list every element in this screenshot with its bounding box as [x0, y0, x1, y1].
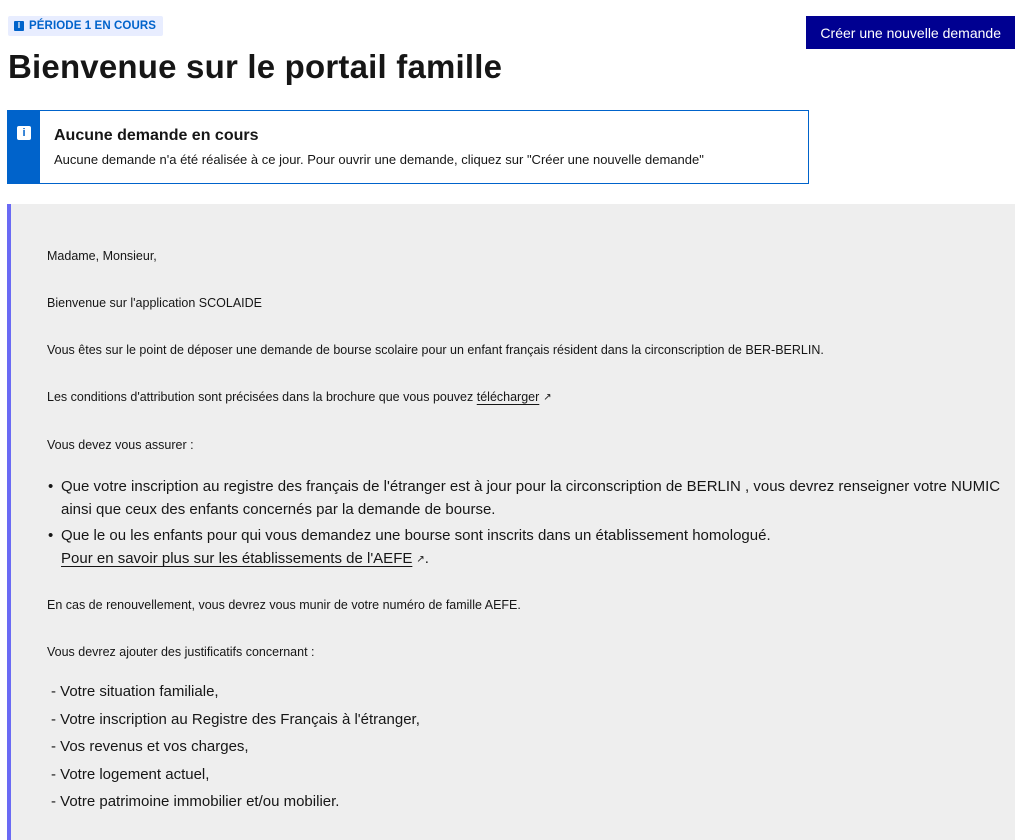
welcome-text: Bienvenue sur l'application SCOLAIDE: [47, 296, 263, 310]
aefe-suffix: .: [424, 550, 429, 567]
renewal-text: En cas de renouvellement, vous devrez vo…: [47, 598, 521, 612]
list-item: Que votre inscription au registre des fr…: [47, 475, 1015, 521]
conditions-prefix: Les conditions d'attribution sont précis…: [47, 390, 477, 404]
alert-bar: i: [8, 111, 40, 183]
aefe-link-label: Pour en savoir plus sur les établissemen…: [61, 550, 413, 567]
info-icon: i: [14, 21, 24, 31]
external-link-icon: ↗: [416, 554, 425, 565]
conditions-text: Les conditions d'attribution sont précis…: [47, 387, 1015, 408]
page-title: Bienvenue sur le portail famille: [8, 48, 503, 85]
justifs-intro-text: Vous devrez ajouter des justificatifs co…: [47, 645, 315, 659]
justifs-list: - Votre situation familiale, - Votre ins…: [47, 678, 1015, 816]
download-link-label: télécharger: [476, 390, 540, 404]
alert-title: Aucune demande en cours: [54, 127, 259, 144]
requirement-text: Que votre inscription au registre des fr…: [61, 478, 1001, 518]
list-item: - Votre logement actuel,: [51, 765, 210, 783]
list-item: - Votre situation familiale,: [51, 683, 219, 700]
must-ensure-text: Vous devez vous assurer :: [47, 438, 194, 452]
external-link-icon: ↗: [543, 392, 552, 403]
greeting-text: Madame, Monsieur,: [47, 249, 157, 263]
aefe-link[interactable]: Pour en savoir plus sur les établissemen…: [61, 550, 425, 567]
requirement-text: Que le ou les enfants pour qui vous dema…: [61, 527, 771, 544]
requirements-list: Que votre inscription au registre des fr…: [47, 475, 1015, 571]
info-panel: Madame, Monsieur, Bienvenue sur l'applic…: [7, 204, 1015, 840]
intro-text: Vous êtes sur le point de déposer une de…: [47, 343, 824, 357]
create-request-button[interactable]: Créer une nouvelle demande: [806, 16, 1015, 49]
portal-page: i PÉRIODE 1 EN COURS Créer une nouvelle …: [0, 0, 1024, 840]
no-request-alert: i Aucune demande en cours Aucune demande…: [7, 110, 809, 184]
download-brochure-link[interactable]: télécharger ↗: [477, 390, 552, 404]
alert-text: Aucune demande n'a été réalisée à ce jou…: [54, 152, 704, 167]
list-item: - Vos revenus et vos charges,: [51, 738, 249, 755]
alert-body: Aucune demande en cours Aucune demande n…: [40, 111, 704, 183]
info-icon: i: [17, 126, 31, 140]
period-badge-label: PÉRIODE 1 EN COURS: [29, 20, 157, 32]
period-badge: i PÉRIODE 1 EN COURS: [8, 16, 164, 36]
list-item: - Votre patrimoine immobilier et/ou mobi…: [51, 793, 340, 810]
list-item: Que le ou les enfants pour qui vous dema…: [47, 524, 1015, 571]
list-item: - Votre inscription au Registre des Fran…: [51, 710, 420, 728]
